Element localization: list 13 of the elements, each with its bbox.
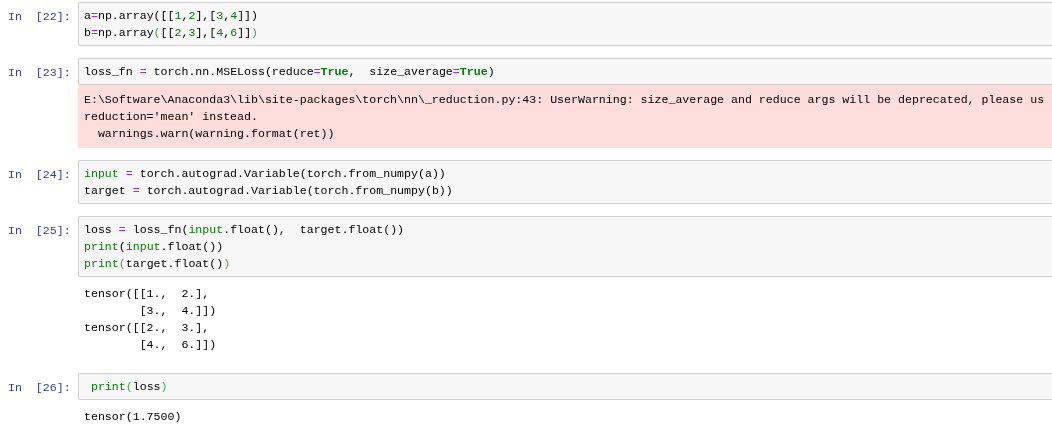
- code-cell[interactable]: loss_fn = torch.nn.MSELoss(reduce=True, size_average=True): [78, 58, 1052, 85]
- code-cell[interactable]: a=np.array([[1,2],[3,4]]) b=np.array([[2,3],[4,6]]): [78, 2, 1052, 46]
- cell-prompt: In [26]:: [7, 380, 72, 396]
- code-cell[interactable]: print(loss): [78, 373, 1052, 400]
- warning-output: E:\Software\Anaconda3\lib\site-packages\torch\nn\_reduction.py:43: UserWarning: size_average and reduce args will be deprecated, please us reduction='mean' instead. warnings.warn(warning.format(ret)): [78, 85, 1052, 148]
- cell-prompt: In [24]:: [7, 167, 72, 183]
- code-cell[interactable]: input = torch.autograd.Variable(torch.from_numpy(a)) target = torch.autograd.Variable(torch.from_numpy(b)): [78, 160, 1052, 204]
- cell-output: tensor([[1., 2.], [3., 4.]]) tensor([[2., 3.], [4., 6.]]): [83, 286, 218, 353]
- cell-prompt: In [23]:: [7, 65, 72, 81]
- cell-prompt: In [25]:: [7, 223, 72, 239]
- cell-output: tensor(1.7500): [83, 409, 183, 425]
- code-cell[interactable]: loss = loss_fn(input.float(), target.float()) print(input.float()) print(target.float()): [78, 216, 1052, 277]
- cell-prompt: In [22]:: [7, 9, 72, 25]
